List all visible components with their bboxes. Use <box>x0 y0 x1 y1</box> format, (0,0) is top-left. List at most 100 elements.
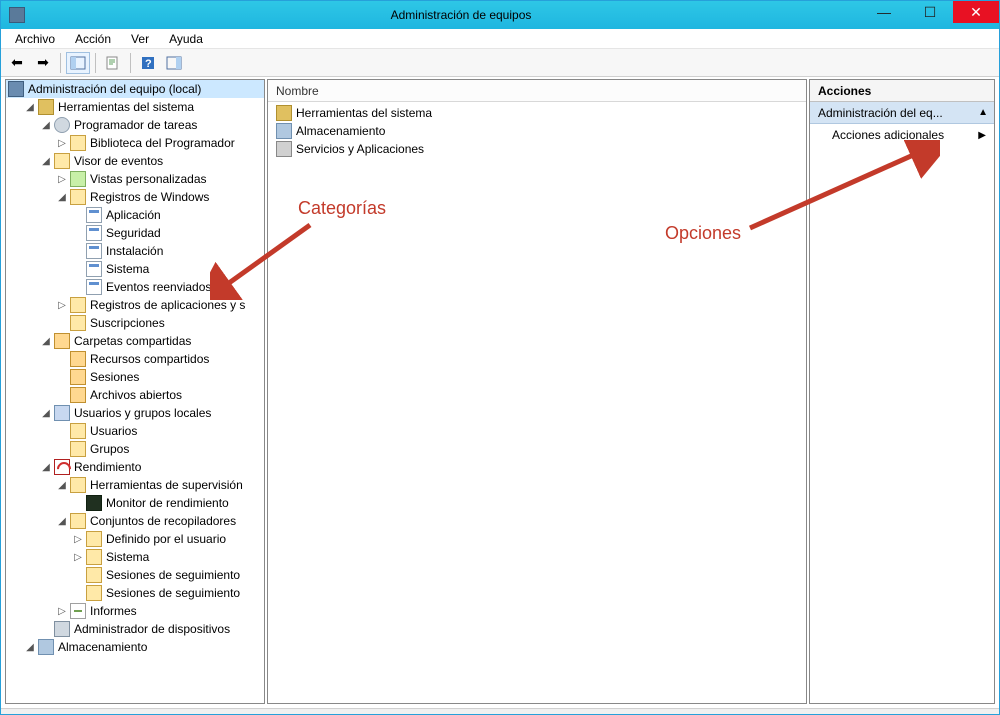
tree-cs-system[interactable]: ▷ Sistema <box>6 548 265 566</box>
tree-windows-logs[interactable]: ◢ Registros de Windows <box>6 188 265 206</box>
expander-icon[interactable]: ▷ <box>56 299 68 311</box>
log-icon <box>86 207 102 223</box>
collapse-icon[interactable]: ▲ <box>978 107 988 118</box>
expander-icon[interactable]: ◢ <box>24 641 36 653</box>
expander-icon[interactable]: ▷ <box>72 533 84 545</box>
expander-icon[interactable]: ▷ <box>56 137 68 149</box>
expander-icon[interactable]: ◢ <box>24 101 36 113</box>
tree-label: Herramientas del sistema <box>58 100 194 114</box>
expander-icon[interactable]: ▷ <box>72 551 84 563</box>
tree-label: Usuarios y grupos locales <box>74 406 211 420</box>
content-area: Administración del equipo (local) ◢ Herr… <box>1 77 999 708</box>
tree-log-system[interactable]: · Sistema <box>6 260 265 278</box>
shares-icon <box>70 351 86 367</box>
list-pane[interactable]: Nombre Herramientas del sistema Almacena… <box>267 79 807 704</box>
tree-subscriptions[interactable]: · Suscripciones <box>6 314 265 332</box>
tree-device-manager[interactable]: · Administrador de dispositivos <box>6 620 265 638</box>
list-item-label: Herramientas del sistema <box>296 106 432 120</box>
performance-icon <box>54 459 70 475</box>
show-hide-action-button[interactable] <box>162 52 186 74</box>
expander-icon[interactable]: ◢ <box>56 191 68 203</box>
tree-perf-monitor[interactable]: · Monitor de rendimiento <box>6 494 265 512</box>
tree-label: Registros de Windows <box>90 190 209 204</box>
expander-icon[interactable]: ◢ <box>40 119 52 131</box>
tree-storage[interactable]: ◢ Almacenamiento <box>6 638 265 656</box>
expander-icon[interactable]: ◢ <box>40 335 52 347</box>
expander-icon[interactable]: ◢ <box>40 407 52 419</box>
tree-label: Definido por el usuario <box>106 532 226 546</box>
tree-label: Grupos <box>90 442 129 456</box>
tree-task-scheduler[interactable]: ◢ Programador de tareas <box>6 116 265 134</box>
show-hide-tree-button[interactable] <box>66 52 90 74</box>
tree-user-defined[interactable]: ▷ Definido por el usuario <box>6 530 265 548</box>
tree-open-files[interactable]: · Archivos abiertos <box>6 386 265 404</box>
tree-log-forwarded[interactable]: · Eventos reenviados <box>6 278 265 296</box>
maximize-button[interactable]: ☐ <box>907 1 953 23</box>
folder-icon <box>70 441 86 457</box>
menu-file[interactable]: Archivo <box>5 30 65 48</box>
actions-header: Acciones <box>810 80 994 102</box>
storage-icon <box>276 123 292 139</box>
list-column-header[interactable]: Nombre <box>268 80 806 102</box>
tree-local-users[interactable]: ◢ Usuarios y grupos locales <box>6 404 265 422</box>
expander-icon[interactable]: ◢ <box>40 461 52 473</box>
close-button[interactable]: ✕ <box>953 1 999 23</box>
tree-pane[interactable]: Administración del equipo (local) ◢ Herr… <box>5 79 265 704</box>
tree-system-tools[interactable]: ◢ Herramientas del sistema <box>6 98 265 116</box>
window-controls: — ☐ ✕ <box>861 1 999 29</box>
toolbar: ⬅ ➡ ? <box>1 49 999 77</box>
actions-context[interactable]: Administración del eq... ▲ <box>810 102 994 124</box>
tree-users[interactable]: · Usuarios <box>6 422 265 440</box>
tree-scheduler-library[interactable]: ▷ Biblioteca del Programador <box>6 134 265 152</box>
expander-icon[interactable]: ◢ <box>56 515 68 527</box>
tree-label: Sesiones <box>90 370 139 384</box>
tree-label: Registros de aplicaciones y s <box>90 298 245 312</box>
menu-action[interactable]: Acción <box>65 30 121 48</box>
tree-groups[interactable]: · Grupos <box>6 440 265 458</box>
tree-sessions[interactable]: · Sesiones <box>6 368 265 386</box>
tree-root[interactable]: Administración del equipo (local) <box>6 80 265 98</box>
tree-log-application[interactable]: · Aplicación <box>6 206 265 224</box>
tree-label: Visor de eventos <box>74 154 163 168</box>
tree-performance[interactable]: ◢ Rendimiento <box>6 458 265 476</box>
log-icon <box>86 225 102 241</box>
help-button[interactable]: ? <box>136 52 160 74</box>
tree-collector-sets[interactable]: ◢ Conjuntos de recopiladores <box>6 512 265 530</box>
list-item[interactable]: Almacenamiento <box>270 122 804 140</box>
minimize-button[interactable]: — <box>861 1 907 23</box>
menu-help[interactable]: Ayuda <box>159 30 213 48</box>
properties-button[interactable] <box>101 52 125 74</box>
tree-reports[interactable]: ▷ Informes <box>6 602 265 620</box>
device-icon <box>54 621 70 637</box>
tree-event-viewer[interactable]: ◢ Visor de eventos <box>6 152 265 170</box>
tree-shares[interactable]: · Recursos compartidos <box>6 350 265 368</box>
forward-button[interactable]: ➡ <box>31 52 55 74</box>
tree-monitoring-tools[interactable]: ◢ Herramientas de supervisión <box>6 476 265 494</box>
tree-app-services-logs[interactable]: ▷ Registros de aplicaciones y s <box>6 296 265 314</box>
folder-icon <box>70 513 86 529</box>
actions-item-label: Acciones adicionales <box>832 128 944 142</box>
tree-log-security[interactable]: · Seguridad <box>6 224 265 242</box>
list-item[interactable]: Herramientas del sistema <box>270 104 804 122</box>
tree-label: Herramientas de supervisión <box>90 478 243 492</box>
expander-icon[interactable]: ▷ <box>56 605 68 617</box>
list-item[interactable]: Servicios y Aplicaciones <box>270 140 804 158</box>
app-window: Administración de equipos — ☐ ✕ Archivo … <box>0 0 1000 715</box>
expander-icon[interactable]: ◢ <box>56 479 68 491</box>
tree-log-setup[interactable]: · Instalación <box>6 242 265 260</box>
tree-trace-sessions[interactable]: · Sesiones de seguimiento <box>6 566 265 584</box>
expander-icon[interactable]: ▷ <box>56 173 68 185</box>
folder-icon <box>70 171 86 187</box>
sessions-icon <box>70 369 86 385</box>
menu-view[interactable]: Ver <box>121 30 159 48</box>
tree-label: Instalación <box>106 244 163 258</box>
tree-custom-views[interactable]: ▷ Vistas personalizadas <box>6 170 265 188</box>
storage-icon <box>38 639 54 655</box>
actions-additional[interactable]: Acciones adicionales ▶ <box>810 124 994 146</box>
folder-icon <box>70 189 86 205</box>
clock-icon <box>54 117 70 133</box>
tree-trace-sessions-startup[interactable]: · Sesiones de seguimiento <box>6 584 265 602</box>
back-button[interactable]: ⬅ <box>5 52 29 74</box>
expander-icon[interactable]: ◢ <box>40 155 52 167</box>
tree-shared-folders[interactable]: ◢ Carpetas compartidas <box>6 332 265 350</box>
